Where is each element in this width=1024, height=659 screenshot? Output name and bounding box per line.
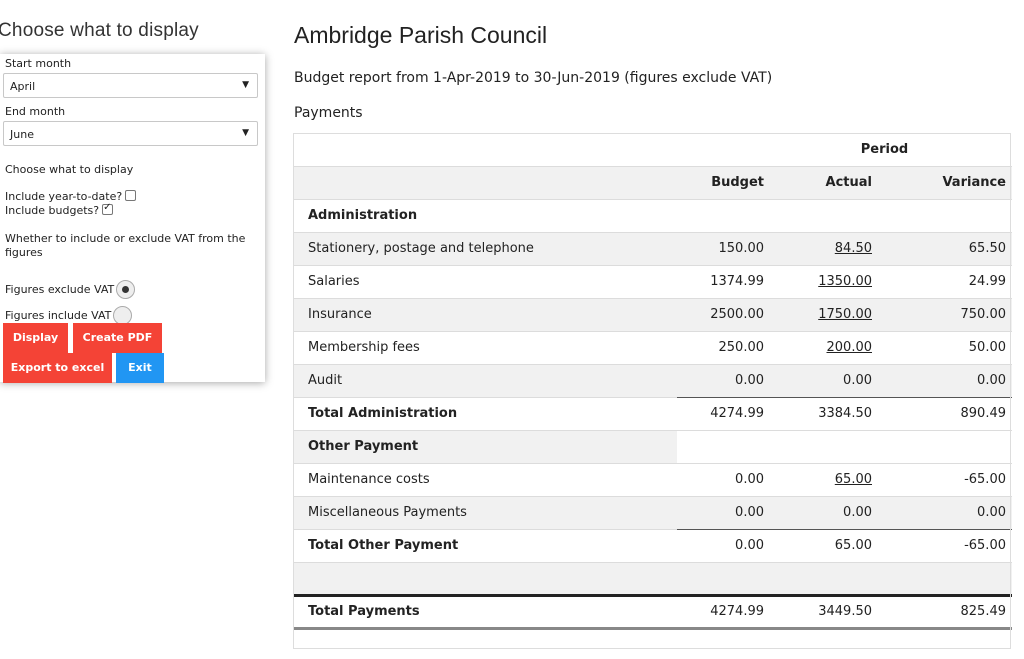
actual-link[interactable]: 84.50 [835, 241, 872, 256]
table-row: Membership fees 250.00 200.00 50.00 [293, 331, 1012, 364]
group-name: Administration [308, 208, 418, 223]
table-row: Stationery, postage and telephone 150.00… [293, 232, 1012, 265]
table-row: Salaries 1374.99 1350.00 24.99 [293, 265, 1012, 298]
exit-button[interactable]: Exit [116, 353, 164, 383]
vat-help-text: Whether to include or exclude VAT from t… [5, 232, 246, 259]
create-pdf-button[interactable]: Create PDF [73, 323, 162, 353]
section-title: Payments [294, 105, 363, 121]
end-month-label: End month [5, 105, 66, 118]
budgets-label: Include budgets? [5, 204, 100, 217]
budgets-row: Include budgets? [5, 202, 114, 217]
end-month-value: June [10, 128, 34, 141]
column-header-variance: Variance [887, 166, 1012, 199]
actual-link[interactable]: 1350.00 [818, 274, 872, 289]
grand-total-row: Total Payments 4274.99 3449.50 825.49 [293, 593, 1012, 630]
total-row: Total Other Payment 0.00 65.00 -65.00 [293, 528, 1012, 562]
actual-link[interactable]: 1750.00 [818, 307, 872, 322]
page-title: Ambridge Parish Council [294, 22, 548, 48]
budgets-checkbox[interactable] [102, 202, 114, 215]
vat-exclude-row: Figures exclude VAT [5, 280, 136, 299]
period-header: Period [860, 141, 909, 157]
options-panel: Start month April ▼ End month June ▼ Cho… [0, 54, 265, 383]
vat-exclude-radio[interactable] [116, 280, 136, 299]
actual-link[interactable]: 65.00 [835, 472, 872, 487]
group-name: Other Payment [293, 430, 677, 463]
start-month-value: April [10, 80, 36, 93]
table-header-period: Period [293, 133, 1012, 166]
actual-link[interactable]: 200.00 [827, 340, 873, 355]
export-excel-button[interactable]: Export to excel [3, 353, 112, 383]
end-month-select[interactable]: June ▼ [3, 121, 258, 146]
ytd-checkbox[interactable] [125, 190, 137, 201]
table-header-columns: Budget Actual Variance [293, 166, 1012, 199]
group-row: Other Payment [293, 430, 1012, 463]
spacer-row [293, 562, 1012, 595]
table-row: Miscellaneous Payments 0.00 0.00 0.00 [293, 496, 1012, 529]
column-header-actual: Actual [780, 166, 887, 199]
ytd-row: Include year-to-date? [5, 190, 137, 203]
choose-label: Choose what to display [5, 163, 134, 176]
vat-include-label: Figures include VAT [5, 309, 112, 322]
table-row: Insurance 2500.00 1750.00 750.00 [293, 298, 1012, 331]
column-header-budget: Budget [677, 166, 780, 199]
vat-exclude-label: Figures exclude VAT [5, 283, 115, 296]
group-row: Administration [293, 199, 1012, 232]
chevron-down-icon: ▼ [242, 80, 249, 90]
budget-table: Period Budget Actual Variance Administra… [293, 133, 1012, 630]
total-row: Total Administration 4274.99 3384.50 890… [293, 396, 1012, 430]
chevron-down-icon: ▼ [242, 128, 249, 138]
display-button[interactable]: Display [3, 323, 68, 353]
table-row: Maintenance costs 0.00 65.00 -65.00 [293, 463, 1012, 496]
sidebar-heading: Choose what to display [0, 20, 199, 41]
start-month-label: Start month [5, 57, 72, 70]
report-subtitle: Budget report from 1-Apr-2019 to 30-Jun-… [294, 70, 773, 86]
table-row: Audit 0.00 0.00 0.00 [293, 364, 1012, 397]
start-month-select[interactable]: April ▼ [3, 73, 258, 98]
